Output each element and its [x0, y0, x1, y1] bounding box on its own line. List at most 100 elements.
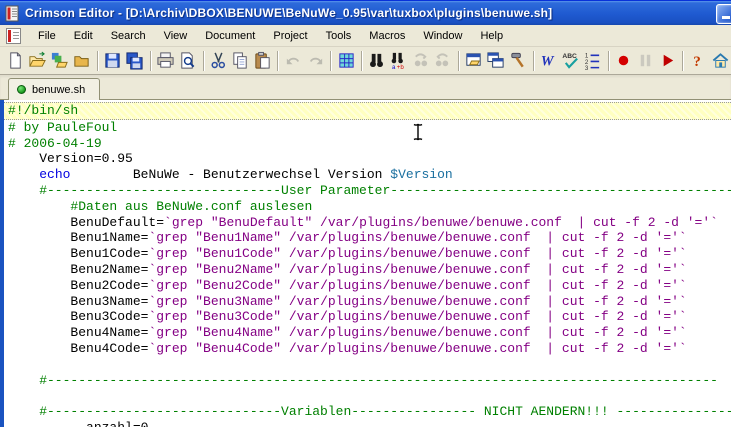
token-string: `grep "Benu2Code" /var/plugins/benuwe/be…	[148, 278, 686, 293]
clone-window-button[interactable]	[485, 49, 507, 73]
menu-project[interactable]: Project	[264, 27, 316, 45]
token-string: `grep "Benu2Name" /var/plugins/benuwe/be…	[148, 262, 686, 277]
code-line[interactable]: Benu1Name=`grep "Benu1Name" /var/plugins…	[8, 230, 731, 246]
macro-play-button[interactable]	[656, 49, 678, 73]
code-line[interactable]: Benu3Name=`grep "Benu3Name" /var/plugins…	[8, 294, 731, 310]
line-numbers-button[interactable]: 123	[582, 49, 604, 73]
token-string: `grep "Benu1Code" /var/plugins/benuwe/be…	[148, 246, 686, 261]
wrap-w-icon: W	[539, 51, 558, 70]
clipboard-icon	[253, 51, 272, 70]
home-button[interactable]	[709, 49, 731, 73]
find-previous-button	[432, 49, 454, 73]
code-line[interactable]: #------------------------------Variablen…	[8, 404, 731, 420]
paste-button[interactable]	[251, 49, 273, 73]
toolbar-separator	[203, 51, 204, 71]
token-plain: Benu1Name=	[8, 230, 148, 245]
code-line[interactable]: #------------------------------User Para…	[8, 183, 731, 199]
token-comment: #------------------------------User Para…	[8, 183, 731, 198]
copy-button[interactable]	[229, 49, 251, 73]
redo-arrow-icon	[306, 51, 325, 70]
numbered-list-icon: 123	[583, 51, 602, 70]
toolbar-separator	[533, 51, 534, 71]
undo-arrow-icon	[284, 51, 303, 70]
token-plain: Benu3Code=	[8, 309, 148, 324]
menu-edit[interactable]: Edit	[65, 27, 102, 45]
find-button[interactable]	[366, 49, 388, 73]
code-line[interactable]: Benu2Name=`grep "Benu2Name" /var/plugins…	[8, 262, 731, 278]
toolbar-separator	[361, 51, 362, 71]
window-copy-icon	[486, 51, 505, 70]
file-status-icon	[17, 85, 26, 94]
code-line[interactable]: Benu1Code=`grep "Benu1Code" /var/plugins…	[8, 246, 731, 262]
code-line[interactable]: # 2006-04-19	[8, 136, 731, 152]
minimize-button[interactable]	[716, 4, 731, 24]
toggle-grid-button[interactable]	[335, 49, 357, 73]
code-line[interactable]: #---------------------------------------…	[8, 373, 731, 389]
document-icon[interactable]	[6, 28, 21, 44]
toolbar-separator	[277, 51, 278, 71]
token-plain: Benu4Name=	[8, 325, 148, 340]
cut-button[interactable]	[207, 49, 229, 73]
menu-search[interactable]: Search	[102, 27, 155, 45]
token-string: `grep "Benu4Code" /var/plugins/benuwe/be…	[148, 341, 686, 356]
menu-document[interactable]: Document	[196, 27, 264, 45]
code-line[interactable]	[8, 357, 731, 373]
spell-check-button[interactable]: ABC	[560, 49, 582, 73]
print-button[interactable]	[155, 49, 177, 73]
word-wrap-button[interactable]: W	[538, 49, 560, 73]
find-next-button	[410, 49, 432, 73]
tab-benuwe-sh[interactable]: benuwe.sh	[8, 78, 100, 100]
redo-button	[304, 49, 326, 73]
print-preview-button[interactable]	[177, 49, 199, 73]
token-variable: $Version	[390, 167, 452, 182]
code-line[interactable]	[8, 388, 731, 404]
token-plain: Benu1Code=	[8, 246, 148, 261]
menu-tools[interactable]: Tools	[317, 27, 361, 45]
code-line[interactable]: Benu2Code=`grep "Benu2Code" /var/plugins…	[8, 278, 731, 294]
token-keyword: echo	[39, 167, 70, 182]
token-string: `grep "Benu3Code" /var/plugins/benuwe/be…	[148, 309, 686, 324]
save-all-button[interactable]	[124, 49, 146, 73]
open-folder-icon	[28, 51, 47, 70]
macro-record-button[interactable]	[612, 49, 634, 73]
token-string: `grep "BenuDefault" /var/plugins/benuwe/…	[164, 215, 718, 230]
menu-file[interactable]: File	[29, 27, 65, 45]
code-line[interactable]: anzahl=0	[8, 420, 731, 427]
svg-text:3: 3	[585, 65, 589, 70]
crimson-editor-window: Crimson Editor - [D:\Archiv\DBOX\BENUWE\…	[0, 0, 731, 427]
window-folder-icon	[464, 51, 483, 70]
code-line[interactable]: Benu3Code=`grep "Benu3Code" /var/plugins…	[8, 309, 731, 325]
code-line[interactable]: Benu4Name=`grep "Benu4Name" /var/plugins…	[8, 325, 731, 341]
house-icon	[711, 51, 730, 70]
code-line[interactable]: Version=0.95	[8, 151, 731, 167]
token-comment: #---------------------------------------…	[8, 373, 718, 388]
code-line[interactable]: # by PauleFoul	[8, 120, 731, 136]
open-remote-button[interactable]	[49, 49, 71, 73]
remote-folder-icon	[50, 51, 69, 70]
menu-bar: FileEditSearchViewDocumentProjectToolsMa…	[0, 25, 731, 47]
code-editor[interactable]: #!/bin/sh# by PauleFoul# 2006-04-19 Vers…	[0, 100, 731, 427]
floppy-icon	[103, 51, 122, 70]
app-icon	[4, 5, 21, 22]
menu-view[interactable]: View	[155, 27, 197, 45]
svg-text:+b: +b	[397, 64, 405, 70]
menu-window[interactable]: Window	[414, 27, 471, 45]
code-line[interactable]: Benu4Code=`grep "Benu4Code" /var/plugins…	[8, 341, 731, 357]
user-tools-button[interactable]	[507, 49, 529, 73]
menu-help[interactable]: Help	[471, 27, 512, 45]
menu-macros[interactable]: Macros	[360, 27, 414, 45]
code-line[interactable]: #Daten aus BeNuWe.conf auslesen	[8, 199, 731, 215]
code-line[interactable]: BenuDefault=`grep "BenuDefault" /var/plu…	[8, 215, 731, 231]
replace-button[interactable]: a+b	[388, 49, 410, 73]
code-line[interactable]: echo BeNuWe - Benutzerwechsel Version $V…	[8, 167, 731, 183]
token-plain: Benu3Name=	[8, 294, 148, 309]
close-file-button[interactable]	[71, 49, 93, 73]
toolbar-separator	[97, 51, 98, 71]
help-button[interactable]: ?	[687, 49, 709, 73]
save-button[interactable]	[102, 49, 124, 73]
open-file-button[interactable]	[27, 49, 49, 73]
project-window-button[interactable]	[463, 49, 485, 73]
new-file-button[interactable]	[5, 49, 27, 73]
pause-bars-icon	[636, 51, 655, 70]
code-line-current[interactable]: #!/bin/sh	[4, 102, 731, 120]
